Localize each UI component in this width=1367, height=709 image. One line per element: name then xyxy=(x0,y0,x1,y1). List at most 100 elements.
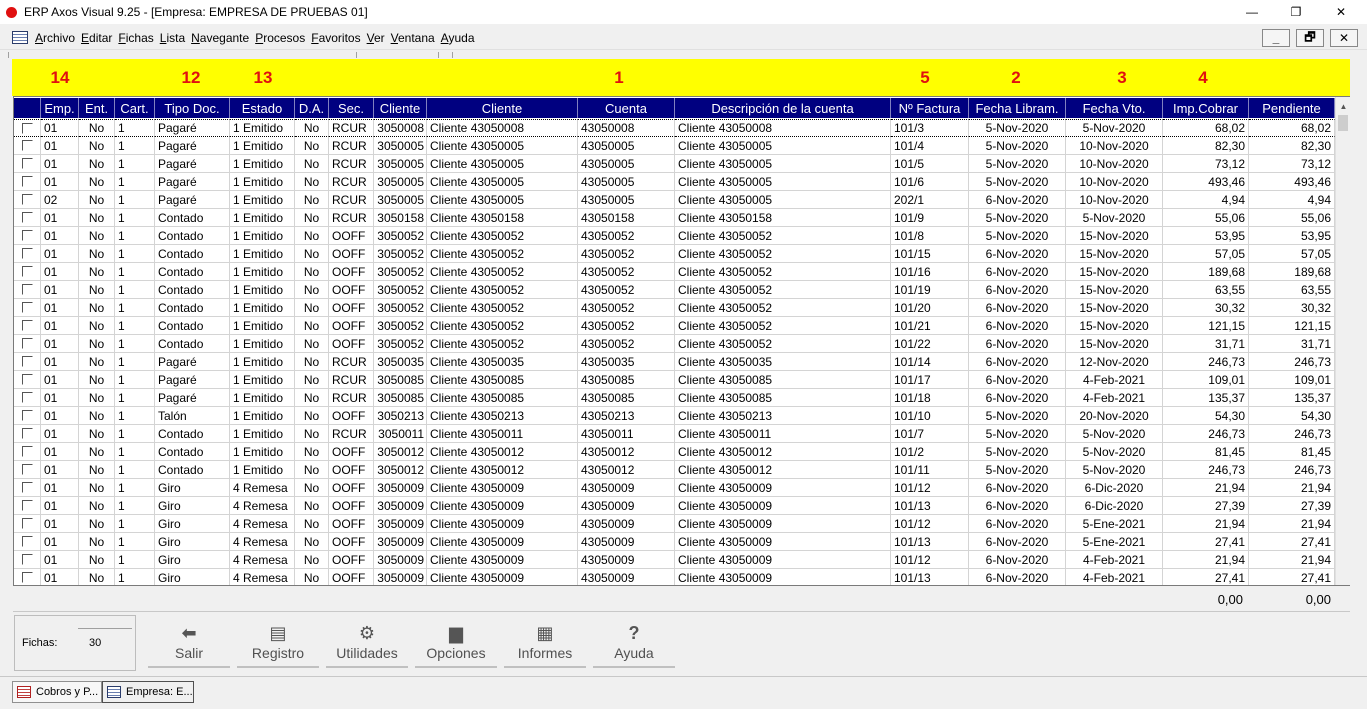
registro-button[interactable]: ▤ Registro xyxy=(237,622,319,668)
column-header[interactable]: Cliente xyxy=(427,98,578,118)
row-checkbox[interactable] xyxy=(21,122,33,134)
row-checkbox[interactable] xyxy=(21,158,33,169)
menu-item-lista[interactable]: Lista xyxy=(157,31,188,45)
column-header[interactable]: Fecha Vto. xyxy=(1066,98,1163,118)
row-checkbox[interactable] xyxy=(21,572,33,583)
table-row[interactable]: 01 No 1 Giro 4 Remesa No OOFF 3050009 Cliente 43… xyxy=(14,569,1335,585)
row-checkbox[interactable] xyxy=(21,356,33,367)
row-checkbox[interactable] xyxy=(21,392,33,403)
column-header[interactable] xyxy=(14,98,41,118)
utilidades-button[interactable]: ⚙ Utilidades xyxy=(326,622,408,668)
table-row[interactable]: 01 No 1 Pagaré 1 Emitido No RCUR 3050005 Cliente… xyxy=(14,155,1335,173)
row-checkbox[interactable] xyxy=(21,194,33,205)
row-checkbox[interactable] xyxy=(21,536,33,547)
informes-button[interactable]: ▦ Informes xyxy=(504,622,586,668)
column-header[interactable]: Nº Factura xyxy=(891,98,969,118)
column-header[interactable]: Descripción de la cuenta xyxy=(675,98,891,118)
column-header[interactable]: Cart. xyxy=(115,98,155,118)
row-checkbox[interactable] xyxy=(21,464,33,475)
row-checkbox[interactable] xyxy=(21,338,33,349)
opciones-button[interactable]: ▆ Opciones xyxy=(415,622,497,668)
row-checkbox[interactable] xyxy=(21,428,33,439)
data-grid[interactable]: Emp. Ent. Cart. Tipo Doc. Estado D.A. Sec. Clie… xyxy=(13,96,1350,586)
vertical-scrollbar[interactable]: ▲ xyxy=(1335,97,1350,585)
child-close-button[interactable]: ✕ xyxy=(1330,29,1358,47)
menu-item-ver[interactable]: Ver xyxy=(364,31,388,45)
table-row[interactable]: 01 No 1 Contado 1 Emitido No OOFF 3050052 Client… xyxy=(14,299,1335,317)
table-row[interactable]: 02 No 1 Pagaré 1 Emitido No RCUR 3050005 Cliente… xyxy=(14,191,1335,209)
column-header[interactable]: Tipo Doc. xyxy=(155,98,230,118)
table-row[interactable]: 01 No 1 Contado 1 Emitido No OOFF 3050052 Client… xyxy=(14,335,1335,353)
menu-item-ayuda[interactable]: Ayuda xyxy=(438,31,478,45)
table-row[interactable]: 01 No 1 Contado 1 Emitido No OOFF 3050052 Client… xyxy=(14,227,1335,245)
table-row[interactable]: 01 No 1 Pagaré 1 Emitido No RCUR 3050085 Cliente… xyxy=(14,389,1335,407)
row-checkbox[interactable] xyxy=(21,176,33,187)
column-header[interactable]: Cuenta xyxy=(578,98,675,118)
minimize-button[interactable]: — xyxy=(1229,0,1275,24)
column-header[interactable]: Estado xyxy=(230,98,295,118)
column-header[interactable]: D.A. xyxy=(295,98,329,118)
table-row[interactable]: 01 No 1 Giro 4 Remesa No OOFF 3050009 Cliente 43… xyxy=(14,515,1335,533)
column-header[interactable]: Emp. xyxy=(41,98,79,118)
row-checkbox[interactable] xyxy=(21,446,33,457)
table-cell: 30,32 xyxy=(1163,299,1249,317)
scroll-up-icon[interactable]: ▲ xyxy=(1336,99,1351,113)
row-checkbox[interactable] xyxy=(21,284,33,295)
row-checkbox[interactable] xyxy=(21,230,33,241)
table-row[interactable]: 01 No 1 Talón 1 Emitido No OOFF 3050213 Cliente … xyxy=(14,407,1335,425)
restore-button[interactable]: ❐ xyxy=(1273,0,1319,24)
table-row[interactable]: 01 No 1 Giro 4 Remesa No OOFF 3050009 Cliente 43… xyxy=(14,551,1335,569)
table-row[interactable]: 01 No 1 Contado 1 Emitido No RCUR 3050158 Client… xyxy=(14,209,1335,227)
table-row[interactable]: 01 No 1 Pagaré 1 Emitido No RCUR 3050008 Cliente… xyxy=(14,119,1335,137)
table-row[interactable]: 01 No 1 Contado 1 Emitido No OOFF 3050052 Client… xyxy=(14,263,1335,281)
ayuda-button[interactable]: ? Ayuda xyxy=(593,622,675,668)
row-checkbox[interactable] xyxy=(21,374,33,385)
table-row[interactable]: 01 No 1 Contado 1 Emitido No OOFF 3050012 Client… xyxy=(14,461,1335,479)
row-checkbox[interactable] xyxy=(21,266,33,277)
table-row[interactable]: 01 No 1 Giro 4 Remesa No OOFF 3050009 Cliente 43… xyxy=(14,533,1335,551)
table-row[interactable]: 01 No 1 Contado 1 Emitido No OOFF 3050012 Client… xyxy=(14,443,1335,461)
column-header[interactable]: Pendiente xyxy=(1249,98,1335,118)
row-checkbox[interactable] xyxy=(21,140,33,151)
menu-item-archivo[interactable]: Archivo xyxy=(32,31,78,45)
row-checkbox[interactable] xyxy=(21,410,33,421)
row-checkbox[interactable] xyxy=(21,500,33,511)
menu-item-procesos[interactable]: Procesos xyxy=(252,31,308,45)
row-checkbox[interactable] xyxy=(21,302,33,313)
table-row[interactable]: 01 No 1 Pagaré 1 Emitido No RCUR 3050085 Cliente… xyxy=(14,371,1335,389)
table-row[interactable]: 01 No 1 Pagaré 1 Emitido No RCUR 3050035 Cliente… xyxy=(14,353,1335,371)
table-row[interactable]: 01 No 1 Pagaré 1 Emitido No RCUR 3050005 Cliente… xyxy=(14,137,1335,155)
table-row[interactable]: 01 No 1 Contado 1 Emitido No OOFF 3050052 Client… xyxy=(14,317,1335,335)
row-checkbox[interactable] xyxy=(21,212,33,223)
menu-item-favoritos[interactable]: Favoritos xyxy=(308,31,363,45)
row-checkbox[interactable] xyxy=(21,518,33,529)
child-minimize-button[interactable]: _ xyxy=(1262,29,1290,47)
row-checkbox[interactable] xyxy=(21,482,33,493)
row-checkbox[interactable] xyxy=(21,248,33,259)
tab-cobros[interactable]: Cobros y P... xyxy=(12,681,102,703)
row-checkbox[interactable] xyxy=(21,554,33,565)
menu-item-fichas[interactable]: Fichas xyxy=(115,31,156,45)
table-row[interactable]: 01 No 1 Contado 1 Emitido No RCUR 3050011 Client… xyxy=(14,425,1335,443)
menu-item-ventana[interactable]: Ventana xyxy=(388,31,438,45)
table-row[interactable]: 01 No 1 Contado 1 Emitido No OOFF 3050052 Client… xyxy=(14,245,1335,263)
menu-item-editar[interactable]: Editar xyxy=(78,31,115,45)
table-cell: 68,02 xyxy=(1249,119,1335,137)
close-button[interactable]: ✕ xyxy=(1318,0,1364,24)
table-row[interactable]: 01 No 1 Pagaré 1 Emitido No RCUR 3050005 Cliente… xyxy=(14,173,1335,191)
column-header[interactable]: Ent. xyxy=(79,98,115,118)
child-restore-button[interactable]: 🗗 xyxy=(1296,29,1324,47)
column-header[interactable]: Fecha Libram. xyxy=(969,98,1066,118)
document-window-icon[interactable] xyxy=(12,31,28,44)
salir-button[interactable]: ⬅ Salir xyxy=(148,622,230,668)
column-header[interactable]: Imp.Cobrar xyxy=(1163,98,1249,118)
scroll-thumb[interactable] xyxy=(1338,115,1348,131)
table-row[interactable]: 01 No 1 Giro 4 Remesa No OOFF 3050009 Cliente 43… xyxy=(14,497,1335,515)
row-checkbox[interactable] xyxy=(21,320,33,331)
column-header[interactable]: Cliente xyxy=(374,98,427,118)
table-row[interactable]: 01 No 1 Giro 4 Remesa No OOFF 3050009 Cliente 43… xyxy=(14,479,1335,497)
tab-empresa[interactable]: Empresa: E... xyxy=(102,681,194,703)
menu-item-navegante[interactable]: Navegante xyxy=(188,31,252,45)
column-header[interactable]: Sec. xyxy=(329,98,374,118)
table-row[interactable]: 01 No 1 Contado 1 Emitido No OOFF 3050052 Client… xyxy=(14,281,1335,299)
